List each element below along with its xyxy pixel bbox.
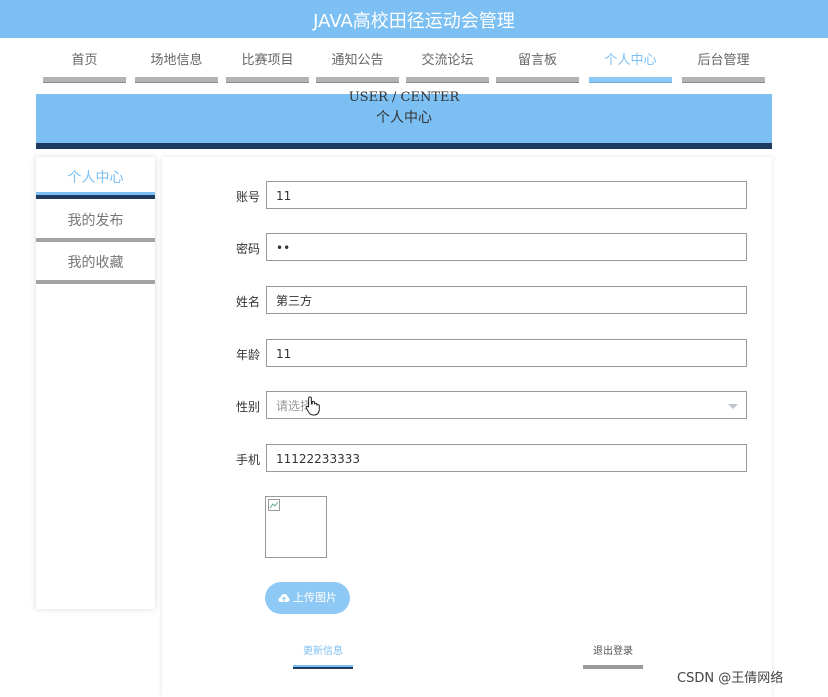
form-row-account: 账号 11: [228, 181, 752, 211]
upload-image-button[interactable]: 上传图片: [265, 582, 350, 614]
nav-item-message-board[interactable]: 留言板: [496, 51, 579, 86]
nav-label: 场地信息: [150, 53, 203, 68]
nav-item-venue-info[interactable]: 场地信息: [135, 51, 218, 86]
gender-label: 性别: [235, 400, 260, 414]
password-input[interactable]: ••: [266, 233, 747, 261]
logout-label: 退出登录: [593, 646, 633, 657]
nav-label: 交流论坛: [421, 53, 474, 68]
nav-item-personal-center[interactable]: 个人中心: [589, 51, 672, 86]
page-banner: USER / CENTER 个人中心: [36, 90, 772, 149]
app-title: JAVA高校田径运动会管理: [313, 11, 515, 32]
upload-button-label: 上传图片: [293, 591, 337, 604]
avatar-image-placeholder: [265, 496, 327, 558]
nav-label: 留言板: [517, 53, 557, 68]
form-row-password: 密码 ••: [228, 233, 752, 263]
name-label: 姓名: [235, 295, 260, 309]
nav-label: 通知公告: [331, 53, 384, 68]
logout-underline: [583, 665, 643, 669]
nav-item-admin[interactable]: 后台管理: [682, 51, 765, 86]
hand-cursor-icon: [305, 396, 320, 416]
update-info-label: 更新信息: [303, 646, 343, 657]
sidebar-item-personal-center[interactable]: 个人中心: [36, 157, 155, 199]
chevron-down-icon: [728, 404, 738, 409]
sidebar-underline: [36, 280, 155, 284]
nav-underline: [135, 77, 218, 83]
nav-item-events[interactable]: 比赛项目: [226, 51, 309, 86]
account-label: 账号: [235, 190, 260, 204]
banner-subtitle: USER / CENTER: [348, 90, 460, 105]
cloud-upload-icon: [278, 594, 290, 602]
phone-input[interactable]: 11122233333: [266, 444, 747, 472]
phone-label: 手机: [235, 453, 260, 467]
nav-underline: [226, 77, 309, 83]
nav-underline: [496, 77, 579, 83]
gender-select[interactable]: 请选择: [266, 391, 747, 419]
nav-underline: [316, 77, 399, 83]
sidebar-item-my-posts[interactable]: 我的发布: [36, 200, 155, 242]
update-underline: [293, 665, 353, 669]
nav-label: 个人中心: [604, 53, 657, 68]
nav-item-notices[interactable]: 通知公告: [316, 51, 399, 86]
nav-label: 比赛项目: [241, 53, 294, 68]
banner-title: 个人中心: [376, 110, 432, 126]
form-row-name: 姓名 第三方: [228, 286, 752, 316]
update-info-button[interactable]: 更新信息: [293, 645, 353, 675]
sidebar-item-label: 个人中心: [67, 170, 124, 186]
account-input[interactable]: 11: [266, 181, 747, 209]
nav-underline: [682, 77, 765, 83]
password-label: 密码: [235, 242, 260, 256]
nav-underline: [589, 77, 672, 83]
sidebar-item-my-favorites[interactable]: 我的收藏: [36, 242, 155, 284]
nav-item-forum[interactable]: 交流论坛: [406, 51, 489, 86]
broken-image-icon: [268, 499, 280, 511]
nav-label: 后台管理: [697, 53, 750, 68]
watermark-text: CSDN @王倩网络: [677, 671, 784, 686]
main-nav: 首页 场地信息 比赛项目 通知公告 交流论坛 留言板 个人中心 后台管理: [0, 38, 828, 88]
form-row-phone: 手机 11122233333: [228, 444, 752, 474]
name-input[interactable]: 第三方: [266, 286, 747, 314]
sidebar-item-label: 我的收藏: [67, 255, 124, 271]
nav-label: 首页: [71, 53, 98, 68]
age-input[interactable]: 11: [266, 339, 747, 367]
top-header: JAVA高校田径运动会管理: [0, 0, 828, 38]
logout-button[interactable]: 退出登录: [583, 645, 643, 675]
sidebar-underline: [36, 192, 155, 199]
age-label: 年龄: [235, 348, 260, 362]
nav-item-home[interactable]: 首页: [43, 51, 126, 86]
form-row-age: 年龄 11: [228, 339, 752, 369]
nav-underline: [43, 77, 126, 83]
sidebar-item-label: 我的发布: [67, 213, 124, 229]
sidebar: 个人中心 我的发布 我的收藏: [36, 157, 155, 609]
nav-underline: [406, 77, 489, 83]
